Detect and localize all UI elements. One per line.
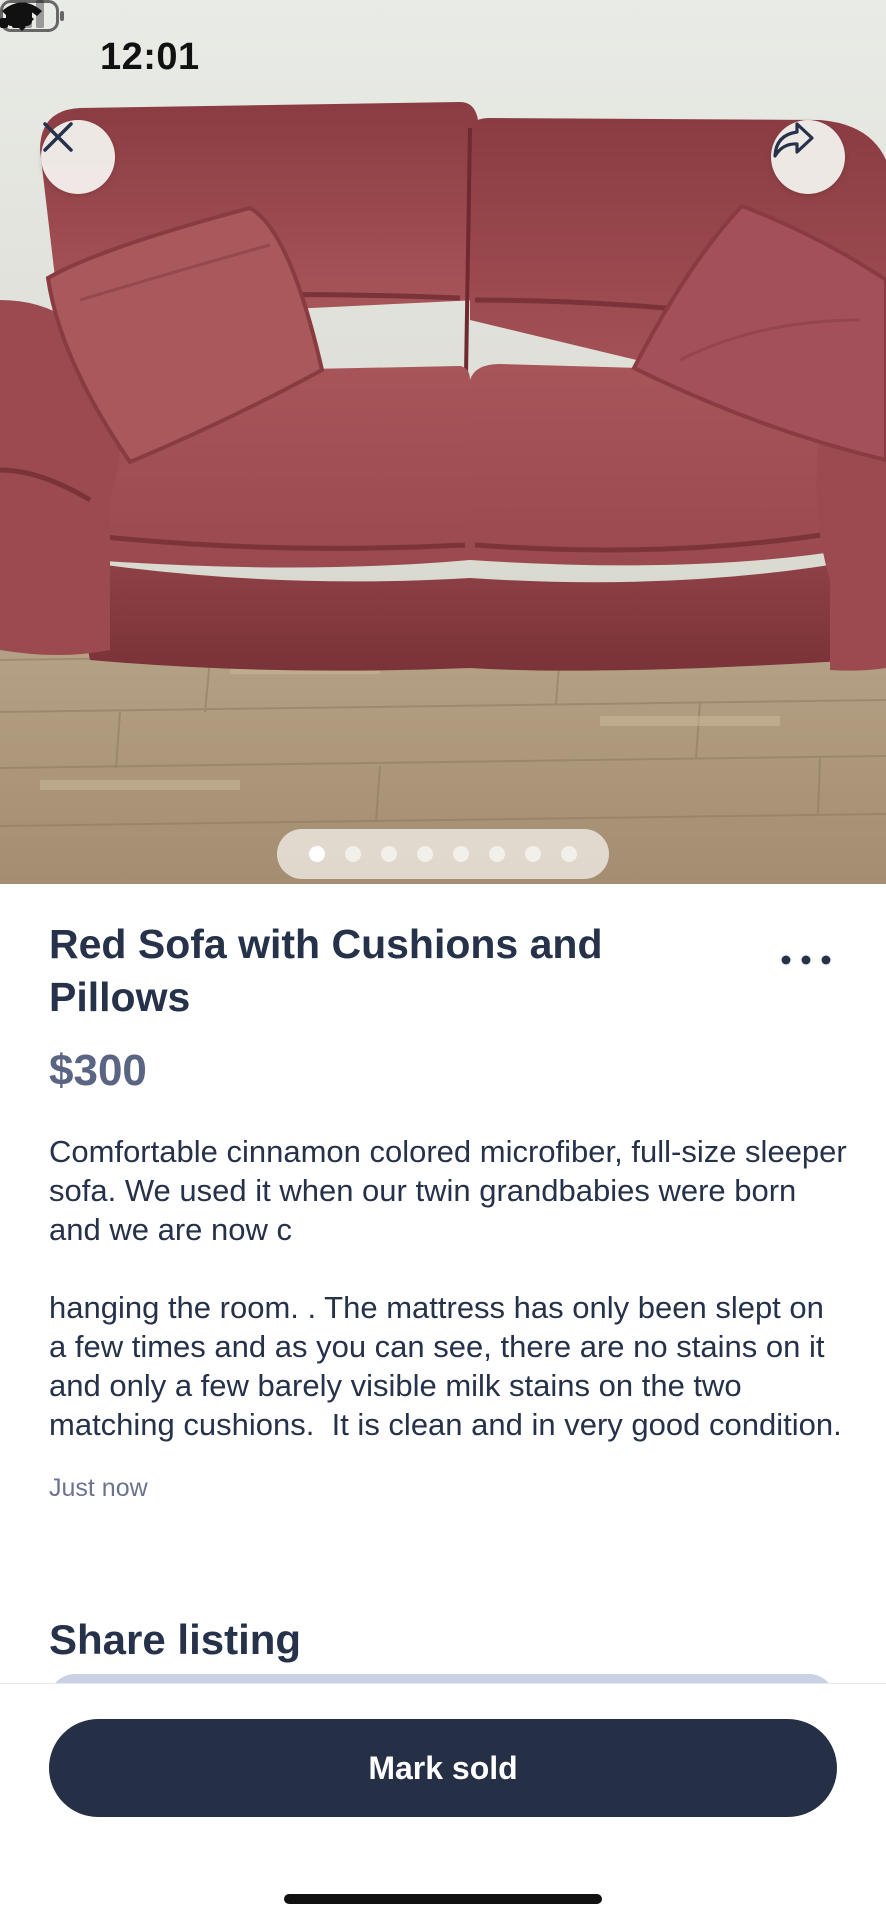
mark-sold-button[interactable]: Mark sold [49,1719,837,1817]
pager-dot[interactable] [417,846,433,862]
listing-description: Comfortable cinnamon colored microfiber,… [49,1134,847,1442]
pager-dot[interactable] [381,846,397,862]
close-button[interactable] [41,120,115,194]
photo-pager[interactable] [277,829,609,879]
pager-dot[interactable] [561,846,577,862]
pager-dot[interactable] [453,846,469,862]
pager-dot[interactable] [345,846,361,862]
more-options-icon[interactable] [776,940,836,980]
pager-dot[interactable] [309,846,325,862]
home-indicator [284,1894,602,1904]
share-listing-heading: Share listing [49,1616,302,1663]
sofa-image [0,0,886,884]
share-button[interactable] [771,120,845,194]
pager-dot[interactable] [489,846,505,862]
close-icon [43,122,73,152]
listing-photo[interactable]: 12:01 [0,0,886,884]
status-time: 12:01 [100,36,200,78]
share-arrow-icon [773,122,814,158]
bottom-action-bar: Mark sold [0,1683,886,1920]
listing-detail-screen: 12:01 Red Sofa with Cushions and Pillows… [0,0,886,1920]
pager-dot[interactable] [525,846,541,862]
posted-time: Just now [49,1474,148,1502]
status-bar: 12:01 [0,0,886,120]
battery-icon [0,0,64,32]
listing-title: Red Sofa with Cushions and Pillows [49,921,603,1020]
listing-details: Red Sofa with Cushions and Pillows $300 … [49,918,847,1503]
listing-price: $300 [49,1046,147,1095]
